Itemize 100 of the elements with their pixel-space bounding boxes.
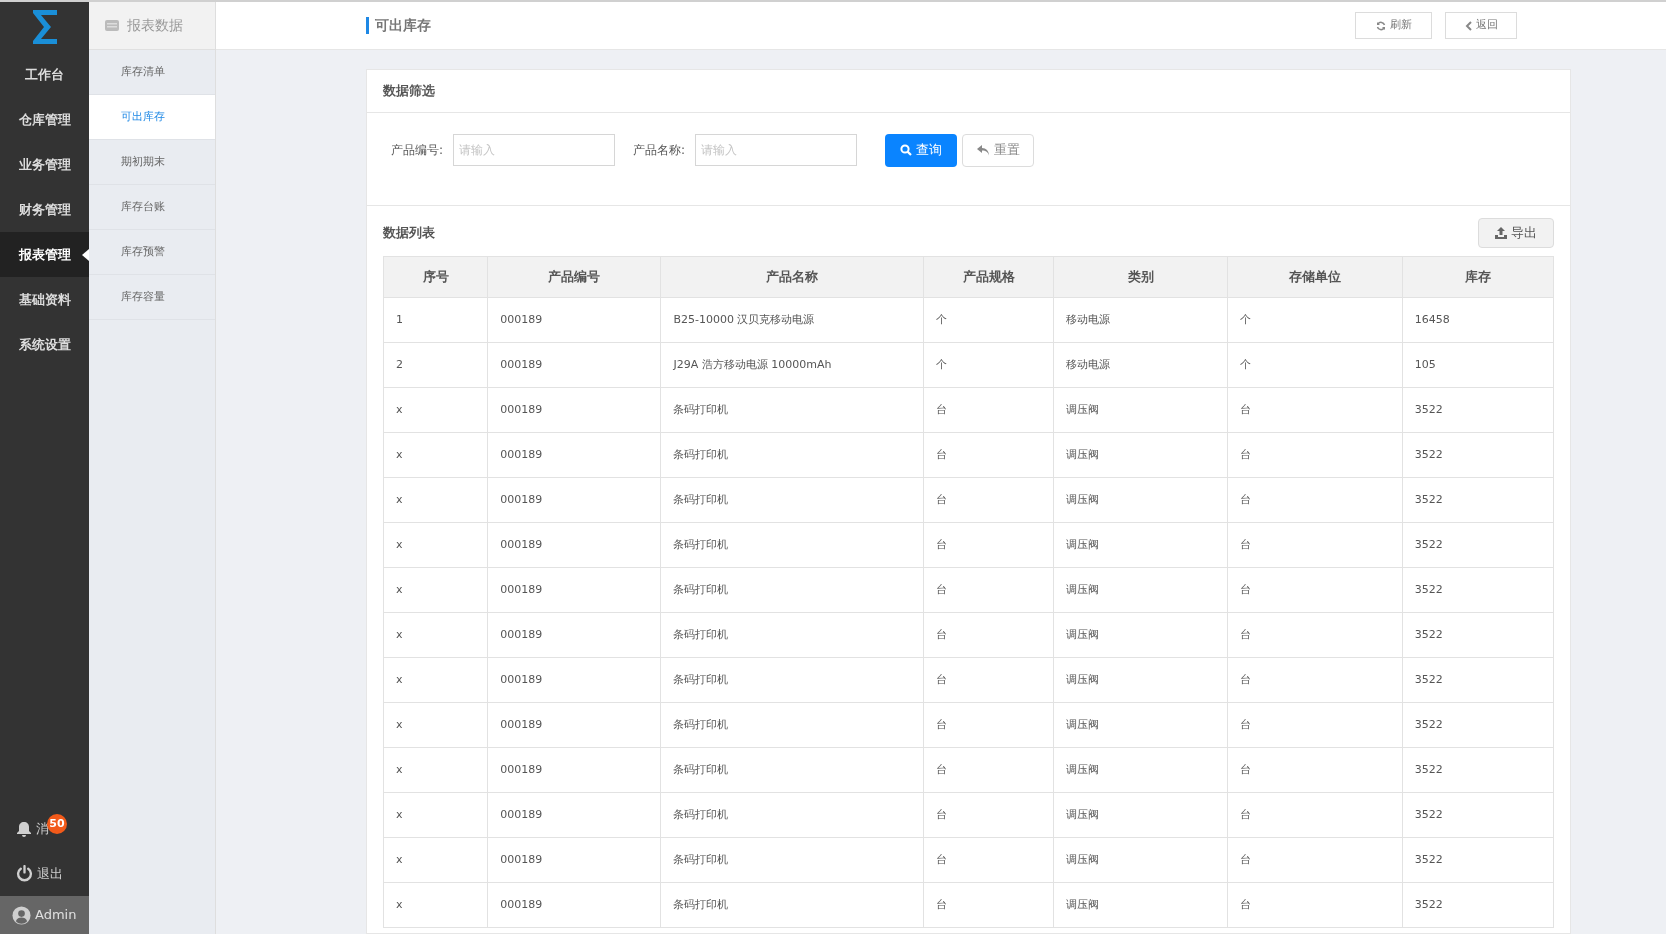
table-cell: 000189 <box>487 612 661 658</box>
table-cell: 3522 <box>1402 567 1554 613</box>
table-cell: 调压阀 <box>1053 477 1228 523</box>
table-cell: x <box>383 432 488 478</box>
filter-title: 数据筛选 <box>383 81 435 100</box>
subnav-item[interactable]: 可出库存 <box>89 95 215 140</box>
table-cell: 条码打印机 <box>660 432 924 478</box>
nav-item[interactable]: 系统设置 <box>0 322 89 367</box>
nav-item[interactable]: 财务管理 <box>0 187 89 232</box>
back-button[interactable]: 返回 <box>1445 12 1517 39</box>
nav-item[interactable]: 基础资料 <box>0 277 89 322</box>
nav-item[interactable]: 工作台 <box>0 52 89 97</box>
table-cell: 条码打印机 <box>660 837 924 883</box>
subnav-item[interactable]: 库存台账 <box>89 185 215 230</box>
user-avatar-icon <box>12 905 31 925</box>
table-cell: 调压阀 <box>1053 657 1228 703</box>
table-cell: 台 <box>923 387 1054 433</box>
nav-item[interactable]: 业务管理 <box>0 142 89 187</box>
subnav-item[interactable]: 库存预警 <box>89 230 215 275</box>
table-cell: x <box>383 882 488 928</box>
table-cell: x <box>383 567 488 613</box>
table-cell: 条码打印机 <box>660 657 924 703</box>
table-cell: 条码打印机 <box>660 387 924 433</box>
table-cell: 条码打印机 <box>660 882 924 928</box>
table-cell: 1 <box>383 297 488 343</box>
logout-link[interactable]: 退出 <box>37 863 63 884</box>
table-cell: 台 <box>1227 567 1403 613</box>
table-cell: J29A 浩方移动电源 10000mAh <box>660 342 924 388</box>
user-bar[interactable]: Admin <box>0 896 89 934</box>
table-cell: 000189 <box>487 882 661 928</box>
chevron-left-icon <box>1464 20 1472 31</box>
table-cell: 台 <box>923 657 1054 703</box>
export-button[interactable]: 导出 <box>1478 218 1554 248</box>
table-cell: 台 <box>1227 387 1403 433</box>
table-cell: 调压阀 <box>1053 387 1228 433</box>
table-cell: x <box>383 792 488 838</box>
table-cell: 台 <box>923 837 1054 883</box>
messages-link[interactable]: 消 <box>36 818 49 839</box>
table-icon <box>105 20 119 31</box>
table-cell: 移动电源 <box>1053 297 1228 343</box>
table-cell: 调压阀 <box>1053 837 1228 883</box>
refresh-icon <box>1375 20 1386 31</box>
undo-icon <box>976 144 990 156</box>
table-cell: 3522 <box>1402 612 1554 658</box>
search-icon <box>900 144 913 156</box>
column-header: 产品规格 <box>923 256 1054 298</box>
table-cell: 条码打印机 <box>660 747 924 793</box>
table-cell: 000189 <box>487 747 661 793</box>
table-cell: 调压阀 <box>1053 702 1228 748</box>
reset-button[interactable]: 重置 <box>962 133 1035 167</box>
subnav-item[interactable]: 库存容量 <box>89 275 215 320</box>
table-cell: 台 <box>923 702 1054 748</box>
column-header: 存储单位 <box>1227 256 1403 298</box>
table-cell: 3522 <box>1402 702 1554 748</box>
table-cell: 3522 <box>1402 882 1554 928</box>
table-cell: 条码打印机 <box>660 522 924 568</box>
power-icon <box>16 865 33 882</box>
table-cell: 个 <box>1227 297 1403 343</box>
table-cell: x <box>383 747 488 793</box>
table-cell: 台 <box>1227 747 1403 793</box>
field-label: 产品名称: <box>633 142 686 159</box>
column-header: 产品名称 <box>660 256 924 298</box>
column-header: 产品编号 <box>487 256 661 298</box>
table-cell: 3522 <box>1402 657 1554 703</box>
table-cell: 条码打印机 <box>660 567 924 613</box>
table-cell: 移动电源 <box>1053 342 1228 388</box>
table-cell: 调压阀 <box>1053 432 1228 478</box>
table-cell: 台 <box>923 522 1054 568</box>
table-cell: 16458 <box>1402 297 1554 343</box>
table-cell: 000189 <box>487 522 661 568</box>
sigma-logo-icon <box>31 9 58 45</box>
search-button[interactable]: 查询 <box>885 133 958 167</box>
table-cell: x <box>383 657 488 703</box>
table-cell: 2 <box>383 342 488 388</box>
nav-item[interactable]: 报表管理 <box>0 232 89 277</box>
table-cell: 调压阀 <box>1053 522 1228 568</box>
table-cell: 个 <box>923 342 1054 388</box>
table-cell: 3522 <box>1402 432 1554 478</box>
table-cell: 调压阀 <box>1053 612 1228 658</box>
table-cell: 条码打印机 <box>660 612 924 658</box>
table-cell: 台 <box>923 882 1054 928</box>
table-cell: 台 <box>923 432 1054 478</box>
table-cell: 000189 <box>487 837 661 883</box>
user-name: Admin <box>35 906 77 925</box>
table-cell: 000189 <box>487 432 661 478</box>
table-cell: 3522 <box>1402 792 1554 838</box>
table-cell: 台 <box>923 567 1054 613</box>
nav-item[interactable]: 仓库管理 <box>0 97 89 142</box>
table-cell: 3522 <box>1402 747 1554 793</box>
table-cell: 000189 <box>487 567 661 613</box>
subnav-item[interactable]: 期初期末 <box>89 140 215 185</box>
field-label: 产品编号: <box>391 142 444 159</box>
table-cell: 3522 <box>1402 477 1554 523</box>
refresh-button[interactable]: 刷新 <box>1355 12 1432 39</box>
table-cell: 调压阀 <box>1053 747 1228 793</box>
table-cell: 台 <box>923 792 1054 838</box>
table-cell: 000189 <box>487 387 661 433</box>
column-header: 类别 <box>1053 256 1228 298</box>
table-cell: B25-10000 汉贝克移动电源 <box>660 297 924 343</box>
table-cell: 台 <box>1227 522 1403 568</box>
